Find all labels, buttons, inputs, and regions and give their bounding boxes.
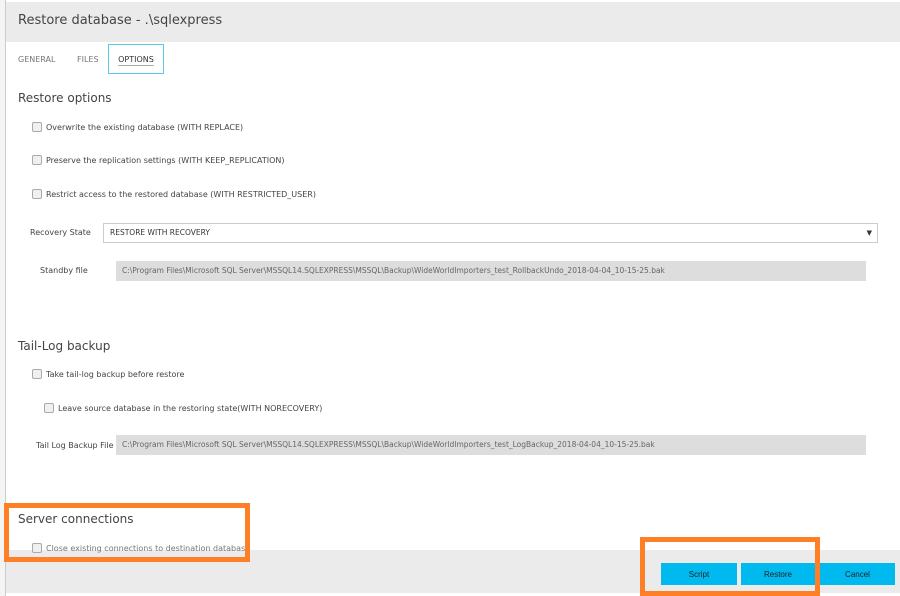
checkbox-icon bbox=[44, 403, 54, 413]
take-tail-log-checkbox[interactable]: Take tail-log backup before restore bbox=[32, 369, 184, 379]
keep-replication-checkbox[interactable]: Preserve the replication settings (WITH … bbox=[32, 155, 285, 165]
leave-source-checkbox[interactable]: Leave source database in the restoring s… bbox=[44, 403, 322, 413]
checkbox-icon bbox=[32, 122, 42, 132]
cancel-button[interactable]: Cancel bbox=[820, 563, 895, 585]
recovery-state-value: RESTORE WITH RECOVERY bbox=[110, 228, 210, 237]
checkbox-label: Take tail-log backup before restore bbox=[46, 369, 185, 379]
tail-log-file-label: Tail Log Backup File bbox=[36, 441, 114, 450]
recovery-state-select[interactable]: RESTORE WITH RECOVERY ▼ bbox=[103, 223, 878, 243]
restricted-user-checkbox[interactable]: Restrict access to the restored database… bbox=[32, 189, 316, 199]
standby-file-field[interactable]: C:\Program Files\Microsoft SQL Server\MS… bbox=[116, 261, 866, 281]
recovery-state-label: Recovery State bbox=[30, 228, 91, 237]
tail-log-file-field[interactable]: C:\Program Files\Microsoft SQL Server\MS… bbox=[116, 435, 866, 455]
checkbox-label: Preserve the replication settings (WITH … bbox=[46, 155, 285, 165]
checkbox-label: Leave source database in the restoring s… bbox=[58, 403, 323, 413]
overwrite-checkbox[interactable]: Overwrite the existing database (WITH RE… bbox=[32, 122, 243, 132]
tab-options[interactable]: OPTIONS bbox=[108, 44, 164, 74]
restore-options-heading: Restore options bbox=[18, 91, 112, 105]
checkbox-icon bbox=[32, 369, 42, 379]
checkbox-icon bbox=[32, 155, 42, 165]
highlight-box-buttons bbox=[640, 537, 820, 596]
dropdown-arrow-icon: ▼ bbox=[866, 229, 872, 237]
checkbox-label: Overwrite the existing database (WITH RE… bbox=[46, 122, 244, 132]
highlight-box-server-connections bbox=[4, 503, 250, 562]
checkbox-label: Restrict access to the restored database… bbox=[46, 189, 316, 199]
tab-general[interactable]: GENERAL bbox=[18, 55, 55, 64]
tail-log-heading: Tail-Log backup bbox=[18, 339, 111, 353]
standby-file-label: Standby file bbox=[40, 266, 88, 275]
tab-files[interactable]: FILES bbox=[77, 55, 99, 64]
checkbox-icon bbox=[32, 189, 42, 199]
dialog-title: Restore database - .\sqlexpress bbox=[18, 13, 223, 28]
tab-options-label: OPTIONS bbox=[118, 55, 154, 66]
